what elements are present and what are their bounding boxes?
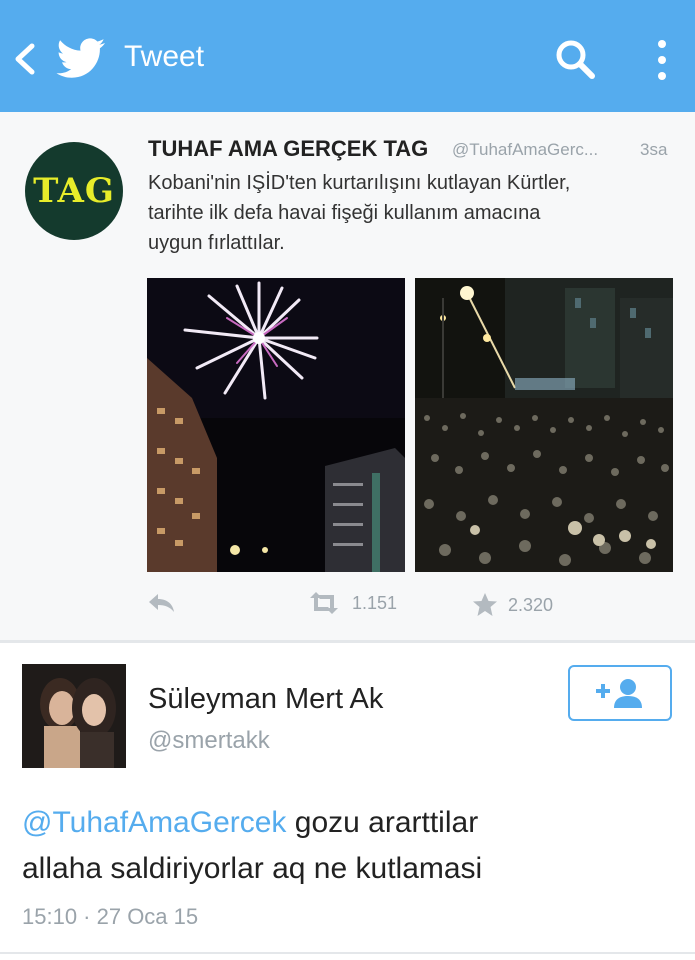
divider xyxy=(0,952,695,954)
tweet-text-line: Kobani'nin IŞİD'ten kurtarılışını kutlay… xyxy=(148,172,571,194)
search-icon[interactable] xyxy=(554,38,596,80)
follow-button[interactable] xyxy=(568,665,672,721)
reply-button[interactable] xyxy=(147,592,187,614)
overflow-menu-icon[interactable] xyxy=(650,36,674,84)
reply-text-line: @TuhafAmaGercek gozu ararttilar xyxy=(22,800,662,846)
tweet-time: 3sa xyxy=(640,140,668,159)
retweet-icon xyxy=(310,592,338,614)
app-header: Tweet xyxy=(0,0,695,112)
favorite-button[interactable]: 2.320 xyxy=(472,592,553,618)
tweet-text: Kobani'nin IŞİD'ten kurtarılışını kutlay… xyxy=(148,168,668,258)
tweet-actions: 1.151 2.320 xyxy=(0,592,695,622)
reply-text-part: gozu ararttilar xyxy=(286,806,479,839)
page-title: Tweet xyxy=(124,40,205,73)
author-handle[interactable]: @TuhafAmaGerc... xyxy=(452,140,598,160)
reply-icon xyxy=(149,594,174,612)
tweet-timestamp: 15:10 · 27 Oca 15 xyxy=(22,904,199,929)
avatar[interactable]: TAG xyxy=(25,142,123,240)
add-user-icon xyxy=(596,679,642,708)
twitter-bird-icon xyxy=(56,38,105,78)
retweet-count: 1.151 xyxy=(352,592,398,613)
tweet-text-line: uygun fırlattılar. xyxy=(148,232,285,254)
reply-text-line: allaha saldiriyorlar aq ne kutlamasi xyxy=(22,852,483,885)
divider xyxy=(0,640,695,643)
retweet-button[interactable]: 1.151 xyxy=(306,592,397,614)
star-icon xyxy=(473,593,497,616)
crowd-photo[interactable] xyxy=(415,278,673,572)
user-avatar[interactable] xyxy=(22,664,126,768)
favorite-count: 2.320 xyxy=(508,594,554,615)
user-name[interactable]: Süleyman Mert Ak xyxy=(148,683,383,716)
reply-text: @TuhafAmaGercek gozu ararttilar allaha s… xyxy=(22,800,662,892)
chevron-left-icon[interactable] xyxy=(12,42,38,76)
tweet-text-line: tarihte ilk defa havai fişeği kullanım a… xyxy=(148,202,541,224)
fireworks-photo[interactable] xyxy=(147,278,405,572)
author-name[interactable]: TUHAF AMA GERÇEK TAG xyxy=(148,136,428,162)
user-handle[interactable]: @smertakk xyxy=(148,727,270,755)
mention-link[interactable]: @TuhafAmaGercek xyxy=(22,806,286,839)
avatar-text: TAG xyxy=(33,171,115,211)
